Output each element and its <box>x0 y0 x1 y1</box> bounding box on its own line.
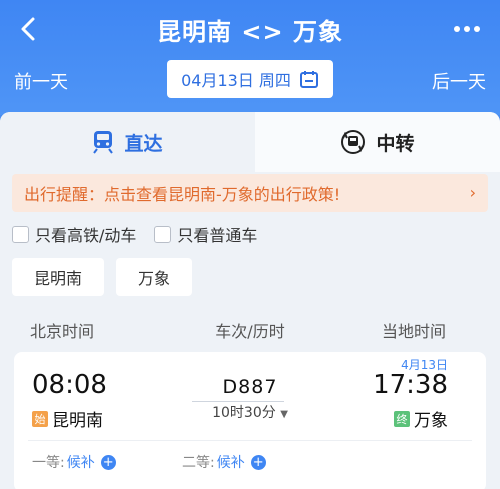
page-title: 昆明南 <> 万象 <box>157 18 343 46</box>
tab-transfer[interactable]: 中转 <box>255 112 500 172</box>
column-headers: 北京时间 车次/历时 当地时间 <box>0 318 500 342</box>
filter-regular[interactable]: 只看普通车 <box>154 222 257 246</box>
seat-class-label: 一等: <box>32 455 65 471</box>
transfer-icon <box>341 130 366 154</box>
tab-transfer-label: 中转 <box>376 132 415 155</box>
travel-notice-banner[interactable]: 出行提醒：点击查看昆明南-万象的出行政策! › <box>12 174 488 212</box>
tab-direct[interactable]: 直达 <box>0 112 255 172</box>
waitlist-link[interactable]: 候补 <box>67 452 95 472</box>
filter-regular-label: 只看普通车 <box>177 226 258 245</box>
more-icon[interactable] <box>450 14 484 44</box>
add-waitlist-icon[interactable]: + <box>250 454 266 470</box>
checkbox-icon[interactable] <box>154 225 172 243</box>
duration-text: 10时30分 <box>212 405 276 421</box>
arrive-station: 终 万象 <box>394 406 448 431</box>
filter-row: 只看高铁/动车 只看普通车 <box>12 222 257 246</box>
card-divider <box>28 440 472 441</box>
seat-first-class: 一等: 候补 + <box>32 452 116 472</box>
station-chip-to[interactable]: 万象 <box>116 258 193 296</box>
prev-day-button[interactable]: 前一天 <box>14 68 68 94</box>
arrive-time: 17:38 <box>373 370 448 400</box>
tab-direct-label: 直达 <box>124 132 163 155</box>
date-picker[interactable]: 04月13日 周四 <box>167 60 333 98</box>
filter-high-speed[interactable]: 只看高铁/动车 <box>12 222 136 246</box>
seat-class-label: 二等: <box>182 455 215 471</box>
add-waitlist-icon[interactable]: + <box>100 454 116 470</box>
waitlist-link[interactable]: 候补 <box>217 452 245 472</box>
station-chip-from[interactable]: 昆明南 <box>12 258 105 296</box>
train-icon <box>93 131 114 154</box>
filter-high-speed-label: 只看高铁/动车 <box>35 226 137 245</box>
column-local-time: 当地时间 <box>381 322 446 341</box>
notice-text: 出行提醒：点击查看昆明南-万象的出行政策! <box>24 185 341 204</box>
date-label: 04月13日 周四 <box>181 71 291 90</box>
end-badge: 终 <box>394 410 410 427</box>
checkbox-icon[interactable] <box>12 225 29 243</box>
caret-down-icon: ▼ <box>280 409 288 420</box>
next-day-button[interactable]: 后一天 <box>432 68 486 94</box>
results-panel: 直达 中转 出行提醒：点击查看昆明南-万象的出行政策! › 只看高铁/动车 只看… <box>0 112 500 489</box>
top-header: 昆明南 <> 万象 前一天 04月13日 周四 后一天 <box>0 0 500 115</box>
station-filter-row: 昆明南 万象 <box>12 258 193 296</box>
train-result-card[interactable]: 08:08 始 昆明南 D887 10时30分 ▼ 4月13日 17:38 终 … <box>14 352 486 489</box>
calendar-icon <box>299 71 318 88</box>
seat-second-class: 二等: 候补 + <box>182 452 266 472</box>
tab-bar: 直达 中转 <box>0 112 500 172</box>
arrive-station-name: 万象 <box>414 411 448 431</box>
chevron-right-icon: › <box>469 183 476 202</box>
